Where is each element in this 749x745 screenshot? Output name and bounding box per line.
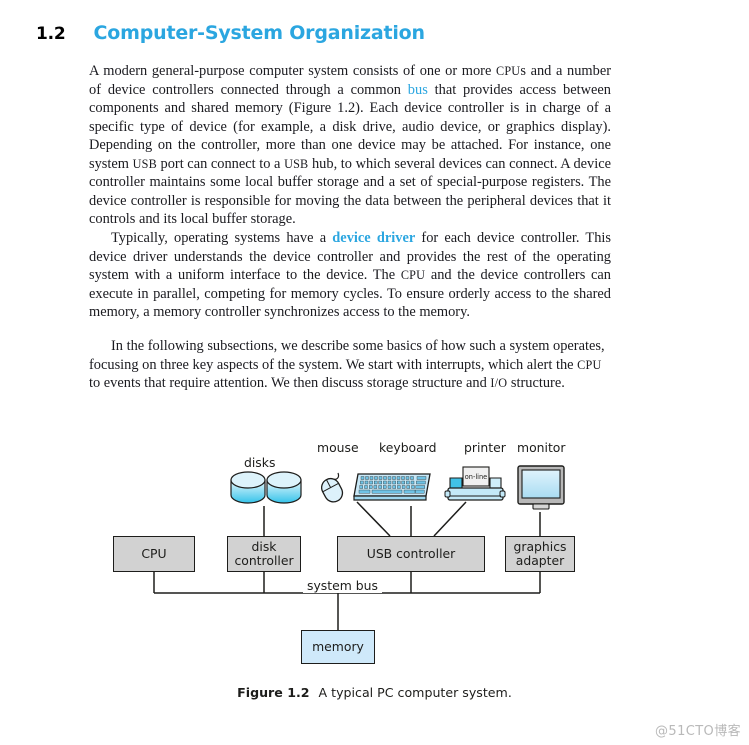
- box-graphics-adapter: graphics adapter: [505, 536, 575, 572]
- mouse-icon: [320, 472, 344, 503]
- label-disks: disks: [244, 455, 276, 470]
- graphics-adapter-line-2: adapter: [515, 553, 565, 568]
- section-number: 1.2: [36, 24, 66, 44]
- figure-caption-number: Figure 1.2: [237, 685, 310, 700]
- disks-icon: [230, 471, 302, 504]
- box-memory-label: memory: [312, 639, 364, 654]
- paragraph-1: A modern general-purpose computer system…: [89, 62, 611, 229]
- box-disk-controller: disk controller: [227, 536, 301, 572]
- watermark: @51CTO博客: [655, 724, 741, 739]
- disk-controller-line-1: disk: [251, 539, 277, 554]
- graphics-adapter-line-1: graphics: [513, 539, 567, 554]
- label-mouse: mouse: [317, 440, 359, 455]
- p2-term-device-driver: device driver: [332, 230, 416, 246]
- p2-text-a: Typically, operating systems have a: [111, 230, 333, 246]
- p3-cpu-smallcaps: CPU: [577, 357, 602, 372]
- box-disk-controller-label: disk controller: [234, 540, 293, 568]
- figure-caption-text: A typical PC computer system.: [318, 685, 512, 700]
- monitor-icon: [517, 465, 565, 510]
- label-keyboard: keyboard: [379, 440, 437, 455]
- label-monitor: monitor: [517, 440, 566, 455]
- p1-text-d: port can connect to a: [156, 155, 285, 172]
- box-graphics-adapter-label: graphics adapter: [514, 540, 567, 568]
- p1-text-a: A modern general-purpose computer system…: [89, 63, 496, 79]
- box-cpu-label: CPU: [141, 546, 167, 561]
- keyboard-icon: [353, 473, 431, 501]
- box-memory: memory: [301, 630, 375, 664]
- box-usb-controller-label: USB controller: [366, 546, 456, 561]
- page-heading: 1.2 Computer-System Organization: [36, 22, 636, 50]
- section-title: Computer-System Organization: [93, 22, 426, 44]
- printer-online-text: on-line: [465, 473, 488, 481]
- p3-io-smallcaps: I/O: [490, 376, 508, 391]
- p1-usb-smallcaps-1: USB: [132, 156, 157, 171]
- p3-text-b: to events that require attention. We the…: [89, 375, 491, 392]
- disk-controller-line-2: controller: [234, 553, 294, 568]
- p2-cpu-smallcaps: CPU: [400, 268, 426, 283]
- figure-caption: Figure 1.2 A typical PC computer system.: [0, 685, 749, 700]
- paragraph-2: Typically, operating systems have a devi…: [89, 229, 611, 322]
- p3-text-a: In the following subsections, we describ…: [89, 338, 605, 373]
- box-usb-controller: USB controller: [337, 536, 485, 572]
- printer-icon: on-line: [444, 466, 506, 501]
- p1-usb-smallcaps-2: USB: [284, 156, 309, 171]
- label-system-bus: system bus: [303, 578, 382, 593]
- paragraph-3: In the following subsections, we describ…: [89, 337, 611, 393]
- p1-term-bus: bus: [407, 81, 428, 98]
- figure-diagram: disks mouse keyboard printer monitor on-…: [0, 430, 749, 710]
- p3-text-c: structure.: [507, 375, 565, 392]
- box-cpu: CPU: [113, 536, 195, 572]
- p1-cpus-smallcaps: CPU: [496, 64, 521, 78]
- label-printer: printer: [464, 440, 506, 455]
